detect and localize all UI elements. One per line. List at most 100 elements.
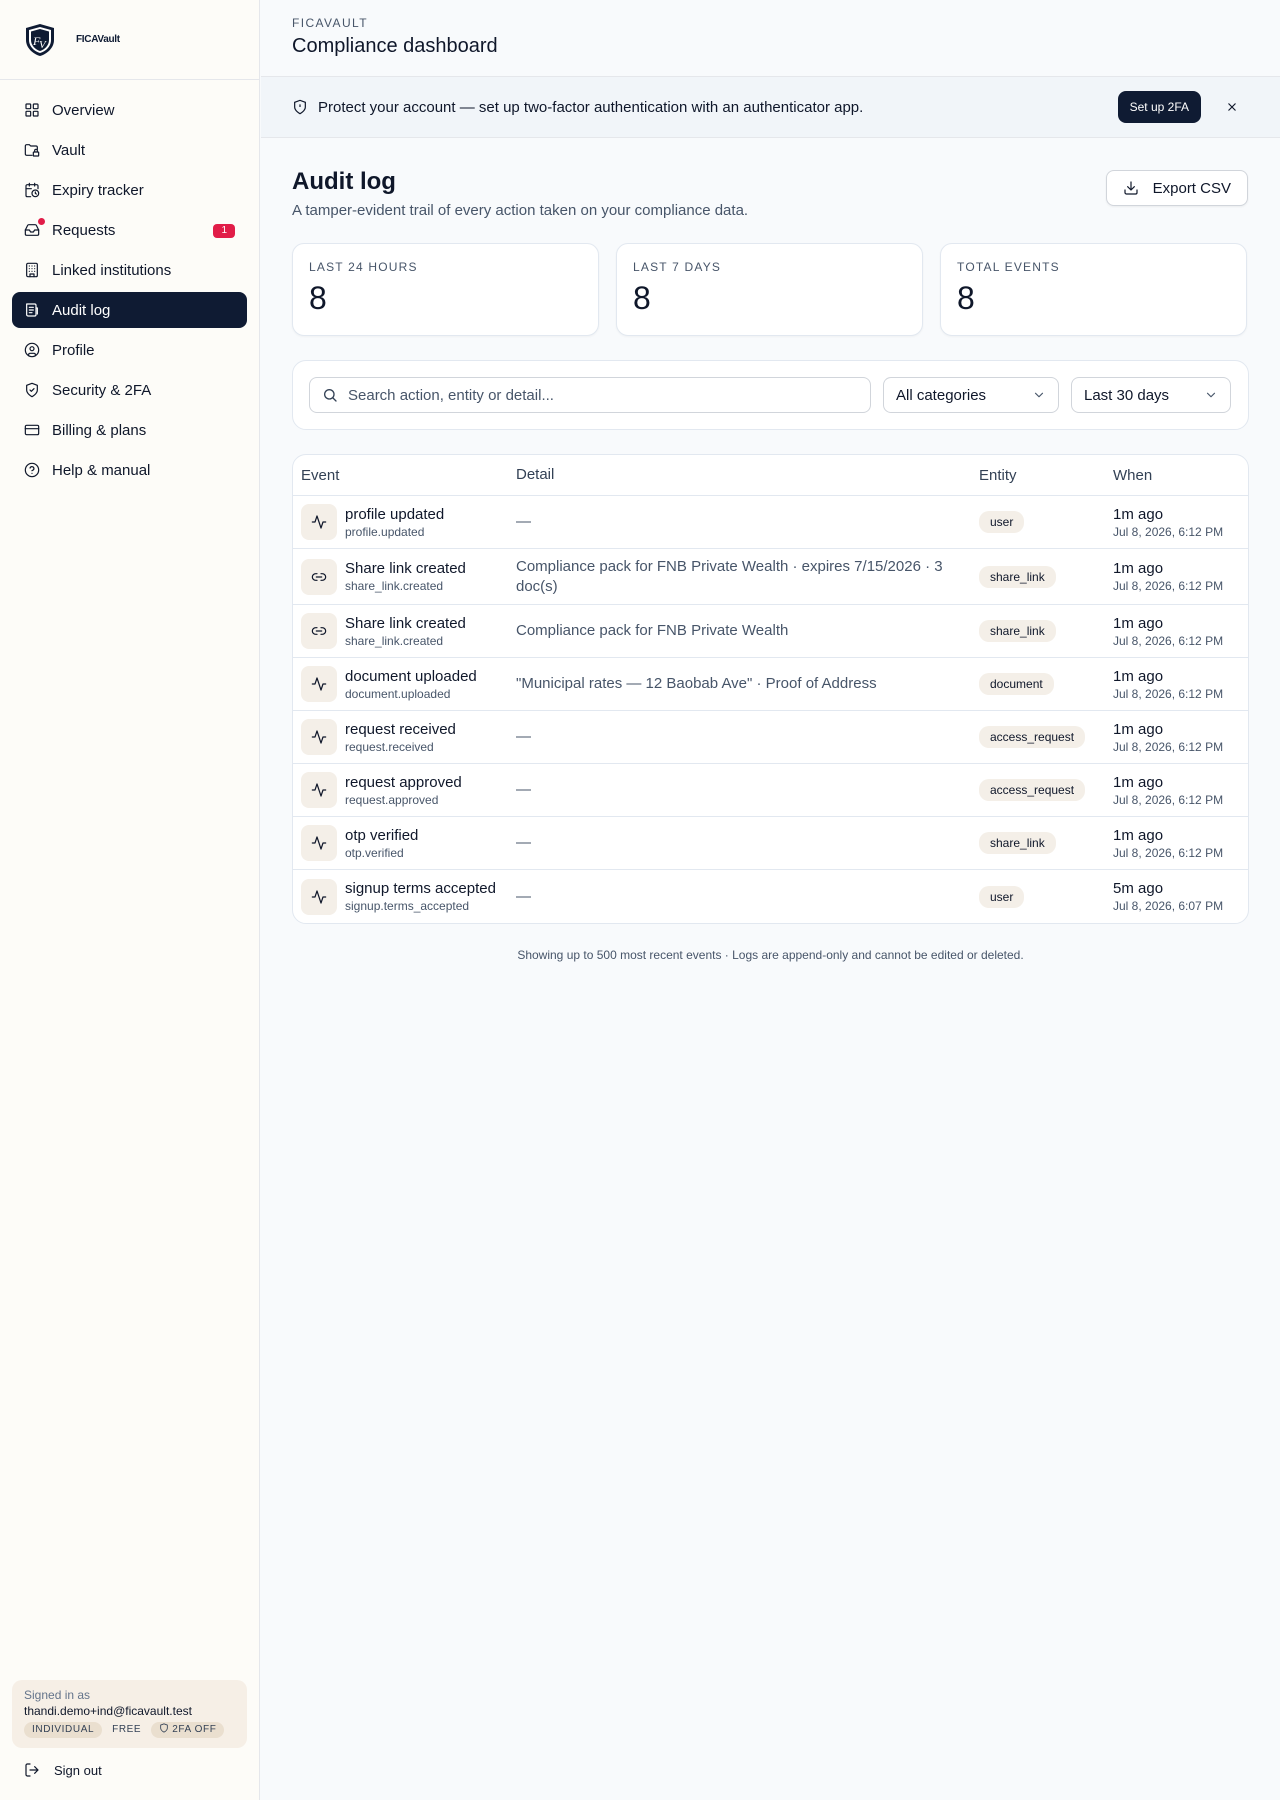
shield-icon	[160, 1723, 168, 1733]
entity-pill: access_request	[979, 779, 1086, 801]
calendar-clock-icon	[25, 182, 40, 198]
event-detail: "Municipal rates — 12 Baobab Ave" · Proo…	[516, 675, 877, 692]
column-header-detail[interactable]: Detail	[516, 465, 979, 485]
sidebar-item-requests[interactable]: Requests 1	[12, 212, 247, 248]
building-icon	[26, 262, 38, 278]
requests-count-badge: 1	[213, 224, 235, 238]
event-title: request received	[345, 720, 456, 738]
stat-value: 8	[633, 280, 651, 316]
date-range-select[interactable]: Last 30 days	[1071, 377, 1231, 413]
brand-wordmark: FICAVault	[76, 34, 120, 45]
sidebar-item-security[interactable]: Security & 2FA	[12, 372, 247, 408]
entity-cell: share_link	[979, 620, 1113, 642]
column-header-when[interactable]: When	[1113, 467, 1248, 484]
sign-out-label: Sign out	[54, 1762, 102, 1778]
event-code: signup.terms_accepted	[345, 899, 470, 913]
notification-dot	[38, 218, 45, 225]
sidebar-item-help[interactable]: Help & manual	[12, 452, 247, 488]
when-relative: 1m ago	[1113, 560, 1164, 577]
when-cell: 1m ago Jul 8, 2026, 6:12 PM	[1113, 615, 1248, 648]
sidebar-item-label: Security & 2FA	[52, 381, 152, 399]
event-icon-box	[301, 878, 337, 915]
sidebar-item-vault[interactable]: Vault	[12, 132, 247, 168]
signed-in-label: Signed in as	[24, 1688, 91, 1702]
event-text: Share link created share_link.created	[345, 615, 466, 648]
sidebar-item-label: Overview	[52, 101, 115, 119]
event-code: profile.updated	[345, 524, 425, 539]
table-row[interactable]: document uploaded document.uploaded "Munic…	[293, 658, 1248, 711]
setup-2fa-button[interactable]: Set up 2FA	[1117, 91, 1201, 123]
sidebar-item-billing[interactable]: Billing & plans	[12, 412, 247, 448]
event-code: share_link.created	[345, 579, 444, 593]
twofa-status-tag: 2FA OFF	[151, 1722, 225, 1738]
event-detail: Compliance pack for FNB Private Wealth	[516, 622, 789, 639]
sidebar-item-linked-institutions[interactable]: Linked institutions	[12, 252, 247, 288]
table-header: Event Detail Entity When	[293, 455, 1248, 496]
when-cell: 1m ago Jul 8, 2026, 6:12 PM	[1113, 668, 1248, 701]
sidebar-item-expiry-tracker[interactable]: Expiry tracker	[12, 172, 247, 208]
sidebar-item-audit-log[interactable]: Audit log	[12, 292, 247, 328]
event-title: Share link created	[345, 560, 466, 577]
brand[interactable]: F V FICAVault	[0, 0, 259, 80]
entity-cell: share_link	[979, 565, 1113, 588]
entity-cell: document	[979, 673, 1113, 695]
search-box	[309, 377, 871, 413]
main: FICAVAULT Compliance dashboard Protect y…	[261, 0, 1280, 1800]
search-input[interactable]	[348, 386, 858, 404]
sidebar-item-overview[interactable]: Overview	[12, 92, 247, 128]
account-type-tag: INDIVIDUAL	[24, 1722, 103, 1738]
user-circle-icon	[24, 342, 40, 358]
export-csv-label: Export CSV	[1152, 179, 1231, 197]
table-row[interactable]: Share link created share_link.created Comp…	[293, 605, 1248, 658]
table-row[interactable]: request approved request.approved — access_…	[293, 764, 1248, 817]
entity-cell: access_request	[979, 726, 1113, 748]
event-code: otp.verified	[345, 845, 404, 860]
table-row[interactable]: signup terms accepted signup.terms_accept…	[293, 870, 1248, 923]
table-body: profile updated profile.updated — user 1m ag…	[293, 496, 1248, 923]
event-title: Share link created	[345, 614, 466, 632]
grid-icon	[25, 103, 39, 117]
table-row[interactable]: profile updated profile.updated — user 1m ag…	[293, 496, 1248, 549]
when-absolute: Jul 8, 2026, 6:07 PM	[1113, 899, 1224, 913]
when-cell: 1m ago Jul 8, 2026, 6:12 PM	[1113, 721, 1248, 754]
stat-card-7d: LAST 7 DAYS 8	[616, 243, 923, 336]
stat-value: 8	[309, 280, 327, 316]
export-csv-button[interactable]: Export CSV	[1105, 170, 1248, 206]
stats-row: LAST 24 HOURS 8 LAST 7 DAYS 8 TOTAL EVEN…	[292, 243, 1249, 336]
when-absolute: Jul 8, 2026, 6:12 PM	[1113, 524, 1224, 539]
top-header: FICAVAULT Compliance dashboard	[261, 0, 1280, 77]
sign-out-button[interactable]: Sign out	[24, 1762, 102, 1778]
page-subtitle: A tamper-evident trail of every action t…	[292, 202, 749, 219]
entity-pill: share_link	[979, 620, 1056, 642]
log-out-icon	[25, 1763, 39, 1777]
when-cell: 1m ago Jul 8, 2026, 6:12 PM	[1113, 560, 1248, 593]
event-text: document uploaded document.uploaded	[345, 668, 477, 701]
category-select[interactable]: All categories	[883, 377, 1059, 413]
help-circle-icon	[24, 462, 40, 478]
event-cell: otp verified otp.verified	[293, 825, 516, 861]
activity-icon	[311, 677, 327, 691]
logo-shield-icon: F V	[26, 23, 54, 56]
sidebar-item-profile[interactable]: Profile	[12, 332, 247, 368]
event-title: signup terms accepted	[345, 880, 496, 897]
folder-lock-icon	[24, 144, 40, 157]
column-header-entity[interactable]: Entity	[979, 467, 1113, 484]
when-absolute: Jul 8, 2026, 6:12 PM	[1113, 845, 1224, 860]
close-icon[interactable]	[1225, 100, 1239, 114]
stat-label: LAST 24 HOURS	[309, 260, 418, 274]
credit-card-icon	[24, 424, 40, 436]
event-title: document uploaded	[345, 667, 477, 685]
event-text: otp verified otp.verified	[345, 827, 418, 860]
sidebar: F V FICAVault Overview Vault Expiry trac…	[0, 0, 260, 1800]
stat-label: TOTAL EVENTS	[957, 260, 1060, 274]
entity-pill: share_link	[979, 832, 1056, 854]
table-row[interactable]: Share link created share_link.created Comp…	[293, 549, 1248, 605]
entity-pill: share_link	[979, 565, 1056, 588]
column-header-event[interactable]: Event	[293, 467, 516, 484]
event-icon-box	[301, 504, 337, 540]
event-text: request approved request.approved	[345, 774, 462, 807]
table-row[interactable]: otp verified otp.verified — share_link 1m ag…	[293, 817, 1248, 870]
when-cell: 1m ago Jul 8, 2026, 6:12 PM	[1113, 506, 1248, 539]
inbox-icon	[24, 224, 40, 236]
table-row[interactable]: request received request.received — access_…	[293, 711, 1248, 764]
